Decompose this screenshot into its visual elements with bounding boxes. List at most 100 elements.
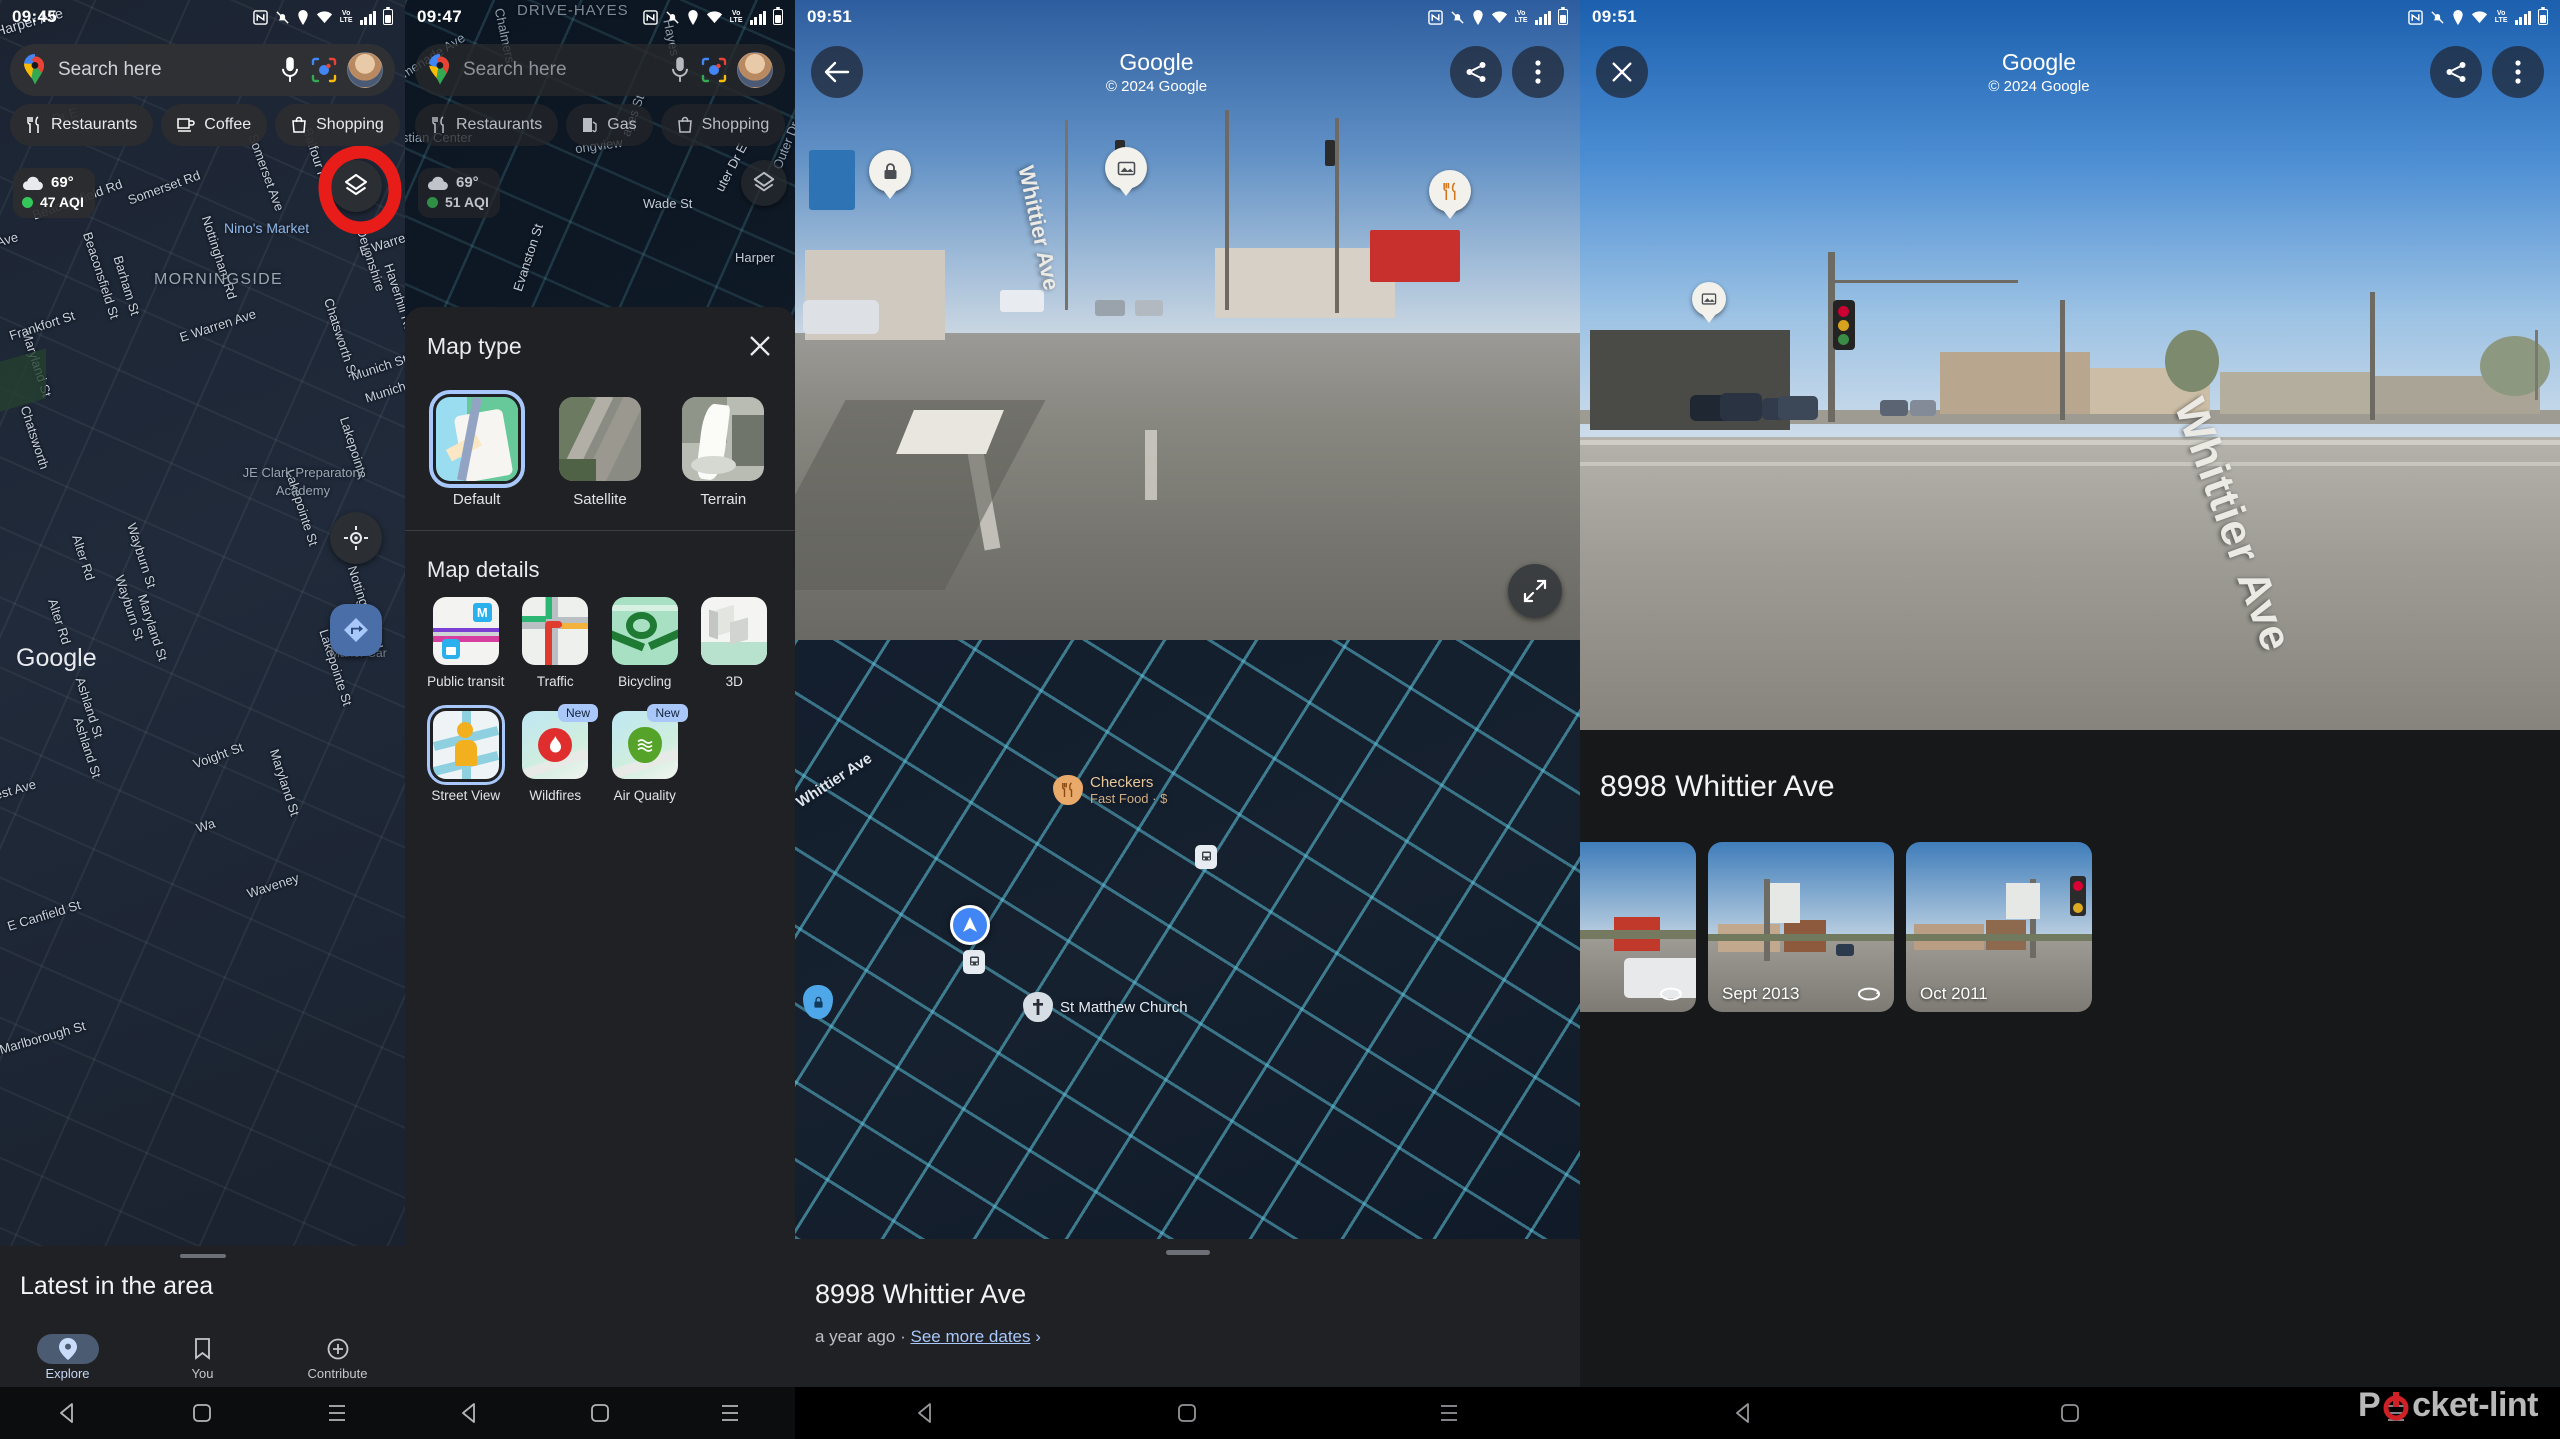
detail-street-view[interactable]: Street View <box>421 705 511 817</box>
sheet-grab-handle[interactable] <box>1165 1250 1210 1255</box>
map-poi-label[interactable]: Nino's Market <box>224 220 309 236</box>
header-title-block: Google © 2024 Google <box>1648 49 2430 95</box>
sv-light-red <box>1838 306 1849 317</box>
map-school-label: JE Clark Preparatory Academy <box>242 465 364 498</box>
tab-explore[interactable]: Explore <box>0 1334 135 1381</box>
meta-separator: · <box>900 1327 906 1346</box>
status-icons: Vo LTE <box>2408 6 2548 25</box>
sv-pin-photo[interactable] <box>1105 147 1147 189</box>
rotate-icon[interactable] <box>1658 986 1684 1002</box>
sv-pin-restaurant[interactable] <box>1429 170 1471 212</box>
fullscreen-button[interactable] <box>1508 564 1562 618</box>
detail-bicycling[interactable]: Bicycling <box>600 597 690 703</box>
search-bar[interactable]: Search here <box>415 44 785 96</box>
weather-row: 69° <box>22 174 84 191</box>
map-layers-button[interactable] <box>330 160 382 212</box>
street-view-viewport[interactable]: Whittier Ave <box>1580 0 2560 780</box>
detail-label: Street View <box>431 788 501 803</box>
bus-stop-icon[interactable] <box>1195 845 1217 869</box>
share-button[interactable] <box>2430 46 2482 98</box>
share-button[interactable] <box>1450 46 1502 98</box>
sv-light-yellow <box>1838 320 1849 331</box>
menu-recents-icon[interactable] <box>326 1404 348 1422</box>
minimap-poi-checkers[interactable]: Checkers Fast Food · $ <box>1053 774 1167 806</box>
more-button[interactable] <box>2492 46 2544 98</box>
rotate-icon[interactable] <box>1856 986 1882 1002</box>
historical-imagery-carousel[interactable]: 17 Sept 2013 <box>1580 842 2560 1012</box>
sheet-title: Map type <box>427 333 522 359</box>
minimap-poi-church[interactable]: St Matthew Church <box>1023 992 1188 1022</box>
avatar[interactable] <box>347 52 383 88</box>
chevron-right-icon[interactable]: › <box>1035 1327 1041 1346</box>
capture-age: a year ago <box>815 1327 896 1346</box>
lock-icon <box>884 162 896 179</box>
chip-shopping[interactable]: Shopping <box>275 104 400 146</box>
triangle-back-icon[interactable] <box>459 1402 481 1424</box>
map-type-terrain[interactable]: Terrain <box>673 397 773 508</box>
bus-stop-icon[interactable] <box>963 950 985 974</box>
sv-pin-lock[interactable] <box>869 150 911 192</box>
my-location-button[interactable] <box>330 512 382 564</box>
menu-recents-icon[interactable] <box>1438 1404 1460 1422</box>
weather-aqi-widget[interactable]: 69° 47 AQI <box>13 168 95 218</box>
lock-pin-icon[interactable] <box>803 985 833 1019</box>
map-layers-button[interactable] <box>741 160 787 206</box>
triangle-back-icon[interactable] <box>57 1402 79 1424</box>
directions-button[interactable] <box>330 604 382 656</box>
map-type-options: Default Satellite Terrain <box>405 390 795 530</box>
map-type-default[interactable]: Default <box>427 390 527 508</box>
more-button[interactable] <box>1512 46 1564 98</box>
map-type-satellite[interactable]: Satellite <box>550 397 650 508</box>
microphone-icon[interactable] <box>279 56 301 84</box>
user-location-marker[interactable] <box>950 905 990 945</box>
battery-icon <box>383 6 393 25</box>
weather-aqi-widget[interactable]: 69° 51 AQI <box>418 168 500 218</box>
search-input[interactable]: Search here <box>463 59 659 81</box>
square-home-icon[interactable] <box>1177 1403 1197 1423</box>
search-bar[interactable]: Search here <box>10 44 395 96</box>
chip-shopping[interactable]: Shopping <box>660 104 786 146</box>
imagery-card[interactable]: Oct 2011 <box>1906 842 2092 1012</box>
close-button[interactable] <box>743 329 777 363</box>
sheet-grab-handle[interactable] <box>179 1254 226 1258</box>
detail-traffic[interactable]: Traffic <box>511 597 601 703</box>
menu-recents-icon[interactable] <box>719 1404 741 1422</box>
detail-3d[interactable]: 3D <box>690 597 780 703</box>
detail-wildfires[interactable]: New Wildfires <box>511 704 601 817</box>
tab-you[interactable]: You <box>135 1334 270 1381</box>
latest-in-area-sheet[interactable]: Latest in the area <box>0 1246 405 1328</box>
chip-coffee[interactable]: Coffee <box>161 104 268 146</box>
square-home-icon[interactable] <box>192 1403 212 1423</box>
triangle-back-icon[interactable] <box>1733 1402 1755 1424</box>
sv-tree <box>2480 336 2550 396</box>
close-button[interactable] <box>1596 46 1648 98</box>
panel-maps-home: Harper Ave Ave Dr E Beaconsfield Rd Some… <box>0 0 405 1439</box>
google-lens-icon[interactable] <box>701 57 727 83</box>
map-neighborhood-label: MORNINGSIDE <box>154 271 283 288</box>
imagery-card[interactable]: Sept 2013 <box>1708 842 1894 1012</box>
minimap[interactable]: Whittier Ave Checkers Fast Food · $ St M… <box>795 640 1580 1239</box>
tab-pill <box>307 1334 369 1364</box>
imagery-card[interactable]: 17 <box>1580 842 1696 1012</box>
tab-contribute[interactable]: Contribute <box>270 1334 405 1381</box>
detail-air-quality[interactable]: New Air Quality <box>600 704 690 817</box>
square-home-icon[interactable] <box>2060 1403 2080 1423</box>
triangle-back-icon[interactable] <box>915 1402 937 1424</box>
place-info-sheet[interactable]: 8998 Whittier Ave a year ago · See more … <box>795 1239 1580 1387</box>
volte-icon: Vo LTE <box>1514 10 1528 24</box>
chip-gas[interactable]: Gas <box>566 104 653 146</box>
chip-restaurants[interactable]: Restaurants <box>10 104 154 146</box>
google-lens-icon[interactable] <box>311 57 337 83</box>
avatar[interactable] <box>737 52 773 88</box>
microphone-icon[interactable] <box>669 56 691 84</box>
signal-icon <box>1534 10 1551 25</box>
square-home-icon[interactable] <box>590 1403 610 1423</box>
chip-restaurants[interactable]: Restaurants <box>415 104 559 146</box>
sv-pin-photo[interactable] <box>1692 282 1726 316</box>
search-input[interactable]: Search here <box>58 59 269 81</box>
back-button[interactable] <box>811 46 863 98</box>
map-type-label: Satellite <box>573 491 627 508</box>
poi-text: St Matthew Church <box>1060 999 1188 1016</box>
see-more-dates-link[interactable]: See more dates <box>910 1327 1030 1346</box>
detail-public-transit[interactable]: M Public transit <box>421 597 511 703</box>
